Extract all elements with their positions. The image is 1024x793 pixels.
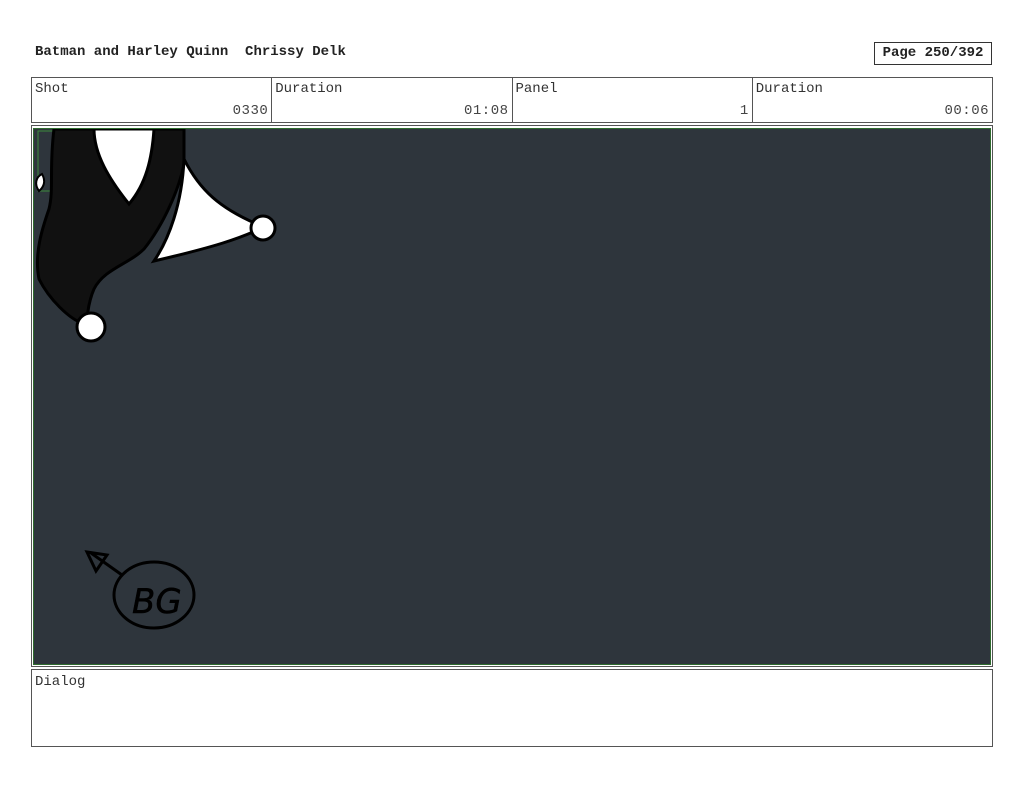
shot-label: Shot [35, 81, 69, 97]
shot-duration-cell: Duration 01:08 [272, 78, 513, 122]
shot-value: 0330 [232, 103, 269, 119]
hat-pompom-bottom [75, 311, 107, 343]
shot-cell: Shot 0330 [32, 78, 273, 122]
jester-hat-drawing [35, 129, 277, 343]
panel-duration-cell: Duration 00:06 [753, 78, 992, 122]
shot-duration-value: 01:08 [463, 103, 509, 119]
panel-duration-label: Duration [755, 81, 823, 97]
artist-name: Chrissy Delk [245, 44, 346, 60]
shot-duration-label: Duration [275, 81, 343, 97]
header-titles: Batman and Harley Quinn Chrissy Delk [35, 44, 346, 60]
shot-info-table: Shot 0330 Duration 01:08 Panel 1 Duratio… [31, 77, 993, 123]
bg-annotation-text: BG [132, 582, 182, 622]
dialog-label: Dialog [35, 674, 86, 690]
panel-value: 1 [739, 103, 749, 119]
panel-label: Panel [515, 81, 558, 97]
hat-pompom-right [249, 214, 277, 242]
bg-annotation: BG [84, 550, 196, 630]
storyboard-panel: BG [33, 128, 991, 665]
panel-drawing: BG [35, 129, 277, 630]
panel-cell: Panel 1 [513, 78, 753, 122]
dialog-box: Dialog [31, 669, 993, 747]
panel-duration-value: 00:06 [944, 103, 989, 119]
page-counter: Page 250/392 [874, 42, 992, 65]
project-title: Batman and Harley Quinn [35, 44, 229, 60]
